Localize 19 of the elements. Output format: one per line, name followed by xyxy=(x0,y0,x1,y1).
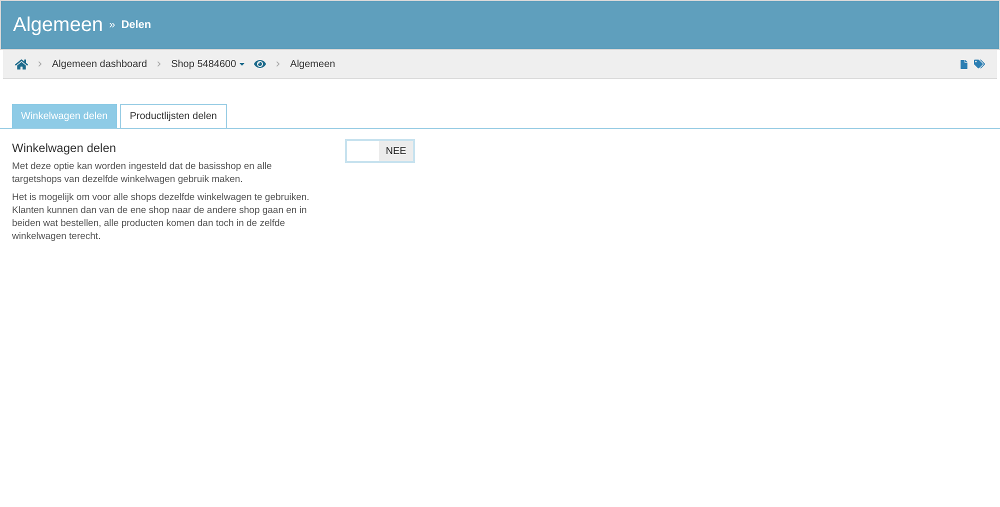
breadcrumb-link[interactable]: Algemeen xyxy=(290,56,336,72)
toggle-switch[interactable]: NEE xyxy=(345,139,415,163)
page-title: Algemeen xyxy=(13,13,104,38)
home-icon[interactable] xyxy=(15,58,28,70)
document-icon[interactable] xyxy=(960,60,968,68)
breadcrumb-link[interactable]: Algemeen dashboard xyxy=(52,56,148,72)
tab[interactable]: Productlijsten delen xyxy=(120,104,227,128)
setting-title: Winkelwagen delen xyxy=(12,140,118,157)
page-subtitle: Delen xyxy=(121,18,152,33)
tags-icon[interactable] xyxy=(974,59,985,69)
setting-description: Met deze optie kan worden ingesteld dat de basisshop en alle targetshops van dezelfde winkelwagen gebruik maken. xyxy=(12,160,273,186)
chevron-icon xyxy=(156,61,162,67)
chevron-icon xyxy=(275,61,282,67)
subtitle-separator: » xyxy=(109,18,116,33)
setting-description: Het is mogelijk om voor alle shops dezelfde winkelwagen te gebruiken. Klanten kunnen dan van de ene shop naar de andere shop gaan en in beiden wat bestellen, alle producten komen dan toch in de zelfde winkelwagen terecht. xyxy=(12,191,310,243)
caret-icon xyxy=(238,60,246,68)
eye-icon[interactable] xyxy=(254,58,266,70)
breadcrumb-link[interactable]: Shop 5484600 xyxy=(171,56,266,72)
chevron-icon xyxy=(37,61,43,67)
